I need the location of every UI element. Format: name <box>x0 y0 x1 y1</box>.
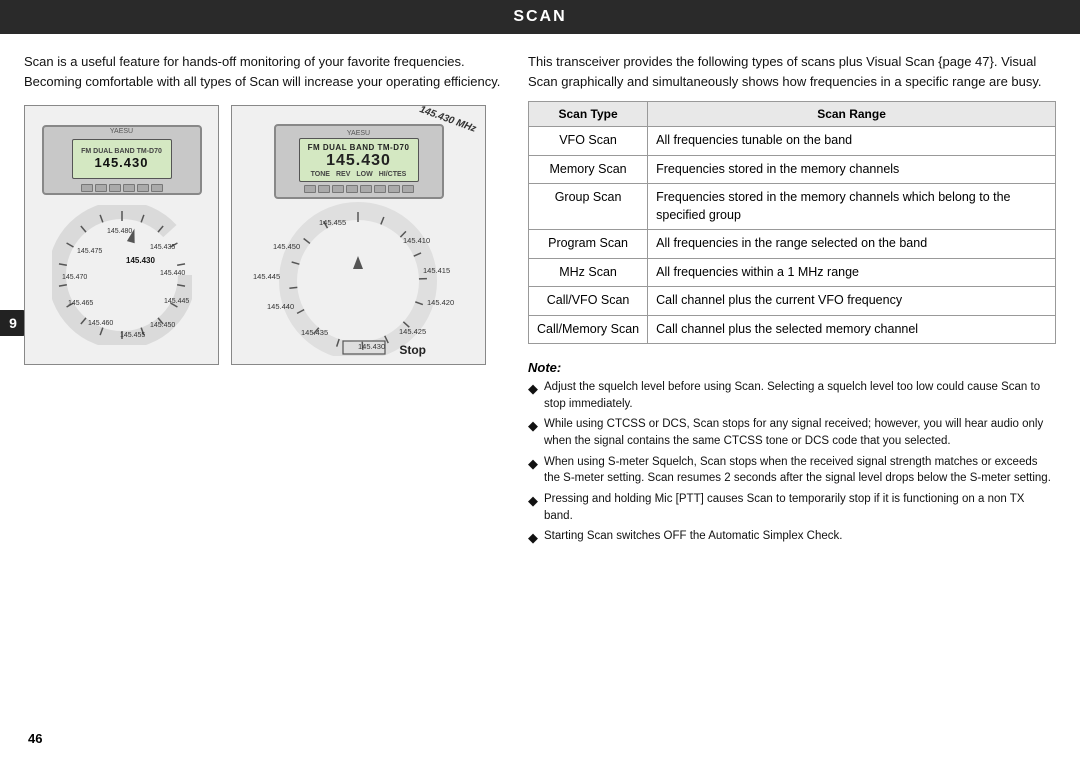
freq-circle-1: 145.480 145.475 145.470 145.465 145.460 … <box>52 205 192 345</box>
note-bullet: ◆ <box>528 492 538 524</box>
svg-text:145.455: 145.455 <box>120 332 145 339</box>
page-header: SCAN <box>0 0 1080 34</box>
note-bullet: ◆ <box>528 455 538 487</box>
note-text: While using CTCSS or DCS, Scan stops for… <box>544 416 1056 449</box>
radio-screen-2: FM DUAL BAND TM-D70 145.430 TONEREVLOWHI… <box>299 138 419 182</box>
note-text: When using S-meter Squelch, Scan stops w… <box>544 454 1056 487</box>
svg-text:145.480: 145.480 <box>107 228 132 235</box>
scan-table: Scan Type Scan Range VFO ScanAll frequen… <box>528 101 1056 344</box>
table-cell-range: Frequencies stored in the memory channel… <box>648 155 1056 184</box>
note-item: ◆Pressing and holding Mic [PTT] causes S… <box>528 491 1056 524</box>
radio-device-1: YAESU FM DUAL BAND TM-D70 145.430 <box>42 125 202 195</box>
note-text: Pressing and holding Mic [PTT] causes Sc… <box>544 491 1056 524</box>
table-cell-type: VFO Scan <box>529 127 648 156</box>
svg-text:145.460: 145.460 <box>88 320 113 327</box>
svg-text:145.465: 145.465 <box>68 300 93 307</box>
svg-text:145.435: 145.435 <box>150 244 175 251</box>
radio-device-2: YAESU FM DUAL BAND TM-D70 145.430 TONERE… <box>274 124 444 199</box>
svg-text:145.445: 145.445 <box>253 272 280 281</box>
svg-text:145.415: 145.415 <box>423 266 450 275</box>
chapter-badge: 9 <box>0 310 26 336</box>
table-cell-type: Group Scan <box>529 184 648 230</box>
diagram-1: YAESU FM DUAL BAND TM-D70 145.430 <box>24 105 219 365</box>
svg-text:145.440: 145.440 <box>267 302 294 311</box>
note-bullet: ◆ <box>528 529 538 548</box>
table-cell-range: All frequencies in the range selected on… <box>648 230 1056 259</box>
table-cell-type: Call/VFO Scan <box>529 287 648 316</box>
table-cell-type: Memory Scan <box>529 155 648 184</box>
table-cell-type: MHz Scan <box>529 258 648 287</box>
svg-text:145.450: 145.450 <box>150 322 175 329</box>
svg-text:145.410: 145.410 <box>403 236 430 245</box>
svg-text:145.475: 145.475 <box>77 248 102 255</box>
page-title: SCAN <box>513 8 566 25</box>
svg-text:145.450: 145.450 <box>273 242 300 251</box>
note-bullet: ◆ <box>528 380 538 412</box>
svg-text:145.430: 145.430 <box>126 256 155 265</box>
table-header-type: Scan Type <box>529 102 648 127</box>
note-item: ◆When using S-meter Squelch, Scan stops … <box>528 454 1056 487</box>
svg-text:145.440: 145.440 <box>160 270 185 277</box>
note-item: ◆Adjust the squelch level before using S… <box>528 379 1056 412</box>
svg-text:145.420: 145.420 <box>427 298 454 307</box>
notes-section: Note: ◆Adjust the squelch level before u… <box>528 360 1056 552</box>
diagrams-container: YAESU FM DUAL BAND TM-D70 145.430 <box>24 105 504 365</box>
note-text: Adjust the squelch level before using Sc… <box>544 379 1056 412</box>
table-cell-range: Call channel plus the current VFO freque… <box>648 287 1056 316</box>
page-number: 46 <box>28 731 42 746</box>
radio-screen-1: FM DUAL BAND TM-D70 145.430 <box>72 139 172 179</box>
note-item: ◆ Starting Scan switches OFF the Automati… <box>528 528 1056 548</box>
svg-text:145.425: 145.425 <box>399 327 426 336</box>
table-cell-range: All frequencies within a 1 MHz range <box>648 258 1056 287</box>
left-intro-text: Scan is a useful feature for hands-off m… <box>24 52 504 91</box>
note-item: ◆While using CTCSS or DCS, Scan stops fo… <box>528 416 1056 449</box>
svg-text:145.445: 145.445 <box>164 298 189 305</box>
stop-label: Stop <box>399 343 426 357</box>
diagram-2: 145.430 MHz YAESU FM DUAL BAND TM-D70 14… <box>231 105 486 365</box>
table-header-range: Scan Range <box>648 102 1056 127</box>
table-cell-range: All frequencies tunable on the band <box>648 127 1056 156</box>
table-cell-range: Frequencies stored in the memory channel… <box>648 184 1056 230</box>
table-cell-range: Call channel plus the selected memory ch… <box>648 315 1056 344</box>
table-cell-type: Call/Memory Scan <box>529 315 648 344</box>
svg-text:145.470: 145.470 <box>62 274 87 281</box>
svg-text:145.435: 145.435 <box>301 328 328 337</box>
svg-text:145.455: 145.455 <box>319 218 346 227</box>
note-title: Note: <box>528 360 1056 375</box>
svg-text:145.430: 145.430 <box>358 342 385 351</box>
table-cell-type: Program Scan <box>529 230 648 259</box>
note-bullet: ◆ <box>528 417 538 449</box>
right-intro-text: This transceiver provides the following … <box>528 52 1056 91</box>
note-text: Starting Scan switches OFF the Automatic… <box>544 528 842 548</box>
